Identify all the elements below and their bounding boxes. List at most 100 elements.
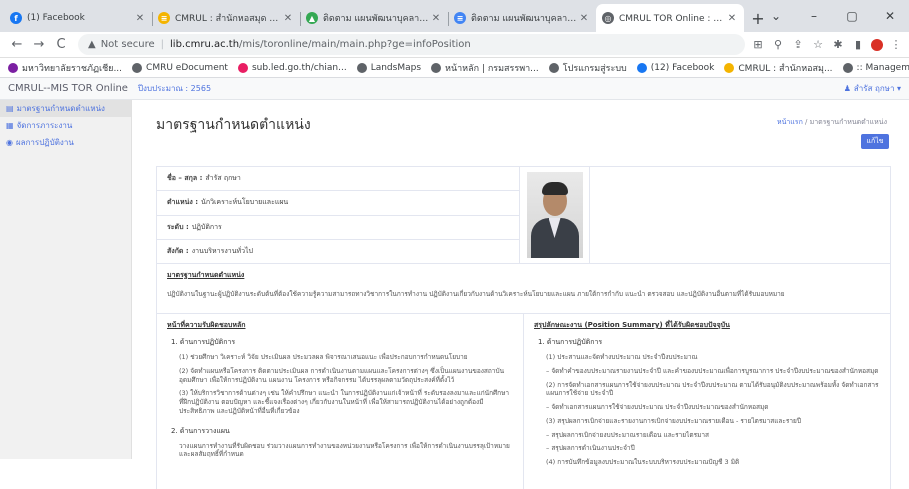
profile-info: ชื่อ – สกุล : สำรัส ฤกษา ตำแหน่ง : นักวิเค… [157,167,520,263]
tab-list: f (1) Facebook ✕ ≡ CMRUL : สำนักหอสมุด มหาวิ… [4,4,744,32]
bookmark-favicon-icon [237,62,248,73]
level-label: ระดับ : [167,222,189,231]
bookmark-favicon-icon [548,62,559,73]
security-label: Not secure [100,39,155,50]
translate-icon[interactable]: ⊞ [751,38,765,51]
name-row: ชื่อ – สกุล : สำรัส ฤกษา [157,167,519,192]
duties-column: หน้าที่ความรับผิดชอบหลัก 1. ด้านการปฏิบั… [157,314,523,489]
position-value: นักวิเคราะห์นโยบายและแผน [201,198,289,207]
bookmark-item[interactable]: CMRU eDocument [132,62,228,73]
bookmark-item[interactable]: หน้าหลัก | กรมสรรพา... [431,61,539,75]
close-window-icon[interactable]: ✕ [871,9,909,23]
menu-icon[interactable]: ⋮ [889,38,903,51]
tab-close-icon[interactable]: ✕ [282,13,294,24]
profile-row: ชื่อ – สกุล : สำรัส ฤกษา ตำแหน่ง : นักวิเค… [157,167,890,264]
browser-tab[interactable]: ≡ CMRUL : สำนักหอสมุด มหาวิทย✕ [152,4,300,32]
level-value: ปฏิบัติการ [191,222,222,231]
bookmark-label: (12) Facebook [650,62,715,73]
bookmark-label: หน้าหลัก | กรมสรรพา... [445,63,539,74]
sidebar-item-performance[interactable]: ◉ ผลการปฏิบัติงาน [0,134,131,151]
bookmark-item[interactable]: :: Management Info... [842,62,909,73]
duties-line: (3) ให้บริการวิชาการด้านต่างๆ เช่น ให้คำ… [179,389,510,415]
bookmark-favicon-icon [132,62,143,73]
profile-avatar-icon[interactable] [871,38,883,51]
bookmark-label: sub.led.go.th/chian... [251,62,347,73]
browser-tab[interactable]: f (1) Facebook ✕ [4,4,152,32]
position-label: ตำแหน่ง : [167,198,199,207]
fiscal-year[interactable]: ปีงบประมาณ : 2565 [138,82,211,95]
share-icon[interactable]: ⇪ [791,38,805,51]
reload-icon[interactable]: C [50,37,72,52]
browser-tab[interactable]: ◎ CMRUL TOR Online : ระบบงาน✕ [596,4,744,32]
bookmark-label: CMRU eDocument [146,62,228,73]
url-text: lib.cmru.ac.th/mis/toronline/main/main.p… [170,39,471,50]
bookmark-label: LandsMaps [370,62,422,73]
sidebar-item-position-standard[interactable]: ▤ มาตรฐานกำหนดตำแหน่ง [0,100,131,117]
user-menu[interactable]: ♟ สำรัส ฤกษา ▾ [844,82,901,95]
bookmark-item[interactable]: (12) Facebook [636,62,715,73]
unit-value: งานบริหารงานทั่วไป [191,247,254,256]
summary-line: – จัดทำคำของบประมาณรายงานประจำปี และคำขอ… [546,366,879,375]
bookmark-label: โปรแกรมสู่ระบบ [562,63,627,74]
duties-section-title: 2. ด้านการวางแผน [171,426,230,435]
address-bar-row: ← → C ▲ Not secure | lib.cmru.ac.th/mis/… [0,32,909,58]
bookmark-label: CMRUL : สำนักหอสมุ... [738,63,833,74]
bookmark-favicon-icon [356,62,367,73]
bookmark-item[interactable]: CMRUL : สำนักหอสมุ... [724,61,833,75]
breadcrumb: หน้าแรก / มาตรฐานกำหนดตำแหน่ง [777,117,887,128]
bookmark-favicon-icon [724,62,735,73]
url-field[interactable]: ▲ Not secure | lib.cmru.ac.th/mis/toronl… [78,34,745,55]
tab-favicon-icon: ≡ [158,12,170,24]
standard-text: ปฏิบัติงานในฐานะผู้ปฏิบัติงานระดับต้นที่… [167,290,785,298]
profile-photo [526,172,583,258]
url-separator: | [160,39,165,50]
bookmark-label: มหาวิทยาลัยราชภัฏเชีย... [22,63,123,74]
browser-actions: ⊞ ⚲ ⇪ ☆ ✱ ▮ ⋮ [751,38,903,51]
extension-icon[interactable]: ✱ [831,38,845,51]
bookmark-star-icon[interactable]: ☆ [811,38,825,51]
bookmark-item[interactable]: sub.led.go.th/chian... [237,62,347,73]
url-host: lib.cmru.ac.th [170,39,240,50]
app-brand[interactable]: CMRUL--MIS TOR Online [8,83,128,94]
sidepanel-icon[interactable]: ▮ [851,38,865,51]
edit-button[interactable]: แก้ไข [861,134,889,149]
tab-title: ติดตาม แผนพัฒนาบุคลากรสำนัก [323,14,430,24]
breadcrumb-separator: / [805,118,808,126]
breadcrumb-home[interactable]: หน้าแรก [777,118,803,126]
maximize-icon[interactable]: ▢ [833,9,871,23]
bookmark-item[interactable]: LandsMaps [356,62,422,73]
minimize-icon[interactable]: – [795,9,833,23]
user-icon: ♟ [843,84,851,93]
bookmark-label: :: Management Info... [856,62,909,73]
main-content: มาตรฐานกำหนดตำแหน่ง หน้าแรก / มาตรฐานกำห… [132,100,909,489]
tab-close-icon[interactable]: ✕ [578,13,590,24]
tab-close-icon[interactable]: ✕ [726,13,738,24]
tab-close-icon[interactable]: ✕ [430,13,442,24]
sidebar-item-workload[interactable]: ▦ จัดการภาระงาน [0,117,131,134]
tab-search-icon[interactable]: ⌄ [757,9,795,23]
browser-tab[interactable]: ▲ ติดตาม แผนพัฒนาบุคลากรสำนัก✕ [300,4,448,32]
bookmark-favicon-icon [842,62,853,73]
tab-title: (1) Facebook [27,13,85,23]
position-card: ชื่อ – สกุล : สำรัส ฤกษา ตำแหน่ง : นักวิเค… [156,166,891,489]
summary-heading: สรุปลักษณะงาน (Position Summary) ที่ได้ร… [534,321,730,329]
name-label: ชื่อ – สกุล : [167,174,203,183]
back-icon[interactable]: ← [6,37,28,52]
tab-favicon-icon: f [10,12,22,24]
summary-line: – สรุปผลการเบิกจ่ายงบประมาณรายเดือน และร… [546,430,709,439]
browser-tab[interactable]: ≡ ติดตาม แผนพัฒนาบุคลากร ชบป✕ [448,4,596,32]
bookmark-item[interactable]: มหาวิทยาลัยราชภัฏเชีย... [8,61,122,75]
duties-line: (1) ช่วยศึกษา วิเคราะห์ วิจัย ประเมินผล … [179,353,468,361]
duties-heading: หน้าที่ความรับผิดชอบหลัก [167,321,246,329]
summary-line: – สรุปผลการดำเนินงานประจำปี [546,444,635,453]
sidebar-item-label: มาตรฐานกำหนดตำแหน่ง [16,104,105,113]
bookmark-list: มหาวิทยาลัยราชภัฏเชีย... CMRU eDocument su… [8,61,909,75]
unit-label: สังกัด : [167,247,189,256]
forward-icon[interactable]: → [28,37,50,52]
bookmark-item[interactable]: โปรแกรมสู่ระบบ [548,61,627,75]
not-secure-icon[interactable]: ▲ [88,39,96,50]
duties-line: (2) จัดทำแผนหรือโครงการ ติดตามประเมินผล … [179,366,505,384]
zoom-icon[interactable]: ⚲ [771,38,785,51]
tab-close-icon[interactable]: ✕ [134,13,146,24]
duties-line: วางแผนการทำงานที่รับผิดชอบ ร่วมวางแผนการ… [179,441,510,459]
